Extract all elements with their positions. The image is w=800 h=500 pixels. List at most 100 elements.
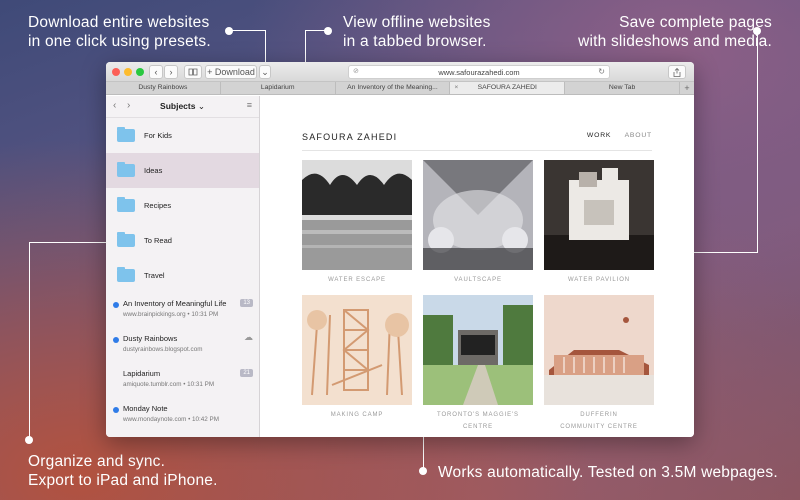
sidebar-folder[interactable]: Travel xyxy=(106,258,259,293)
project-thumbnail[interactable] xyxy=(423,295,533,405)
sidebar-header: ‹ › Subjects ⌄ ≡ xyxy=(106,96,259,118)
saved-site-item[interactable]: Dusty Rainbows dustyrainbows.blogspot.com… xyxy=(106,328,259,363)
project-card[interactable]: WATER ESCAPE xyxy=(302,160,412,286)
tab-label: An Inventory of the Meaning... xyxy=(347,84,438,91)
project-thumbnail[interactable] xyxy=(423,160,533,270)
saved-site-item[interactable]: Monday Note www.mondaynote.com • 10:42 PM xyxy=(106,398,259,433)
url-field[interactable]: ⊘ www.safourazahedi.com ↻ xyxy=(348,65,610,79)
site-url: www.mondaynote.com • 10:42 PM xyxy=(123,416,220,423)
sidebar-title[interactable]: Subjects ⌄ xyxy=(106,101,259,112)
reader-button[interactable] xyxy=(184,65,202,79)
project-thumbnail[interactable] xyxy=(544,160,654,270)
folder-label: Recipes xyxy=(144,201,172,210)
toolbar: ‹ › + Download ⌄ ⊘ www.safourazahedi.com… xyxy=(106,62,694,82)
reload-icon[interactable]: ↻ xyxy=(598,67,605,76)
folder-label: Ideas xyxy=(144,166,163,175)
connector-line-download xyxy=(229,30,265,31)
tab-label: New Tab xyxy=(608,84,636,91)
project-card[interactable]: MAKING CAMP xyxy=(302,295,412,421)
site-nav: WORK ABOUT xyxy=(587,132,652,139)
project-artwork xyxy=(544,295,654,405)
minimize-window-button[interactable] xyxy=(124,68,132,76)
site-url: amiquote.tumblr.com • 10:31 PM xyxy=(123,381,215,388)
share-button[interactable] xyxy=(668,65,686,79)
project-artwork xyxy=(423,295,533,405)
project-card[interactable]: VAULTSCAPE xyxy=(423,160,533,286)
page-count-badge: 13 xyxy=(240,299,253,307)
compass-icon: ⊘ xyxy=(353,68,359,75)
tab-label: SAFOURA ZAHEDI xyxy=(477,84,537,91)
folder-list: For Kids Ideas Recipes To Read Travel xyxy=(106,118,259,293)
download-menu-button[interactable]: ⌄ xyxy=(259,65,271,79)
tab-2[interactable]: Lapidarium xyxy=(221,82,336,94)
project-thumbnail[interactable] xyxy=(544,295,654,405)
folder-icon xyxy=(117,162,135,177)
book-icon xyxy=(188,68,198,76)
callout-download: Download entire websites in one click us… xyxy=(28,14,211,50)
forward-button[interactable]: › xyxy=(164,65,178,79)
cloud-download-icon[interactable]: ☁ xyxy=(244,332,253,343)
close-window-button[interactable] xyxy=(112,68,120,76)
project-caption[interactable]: MAKING CAMP xyxy=(302,409,412,421)
tab-label: Lapidarium xyxy=(260,84,295,91)
chevron-down-icon: ⌄ xyxy=(261,66,269,77)
callout-works: Works automatically. Tested on 3.5M webp… xyxy=(438,464,778,481)
project-caption[interactable]: VAULTSCAPE xyxy=(423,274,533,286)
folder-icon xyxy=(117,267,135,282)
connector-dot-download xyxy=(225,27,233,35)
connector-dot-offline xyxy=(324,27,332,35)
project-artwork xyxy=(302,295,412,405)
site-title: Dusty Rainbows xyxy=(123,334,178,343)
sidebar-folder[interactable]: For Kids xyxy=(106,118,259,153)
close-tab-icon[interactable]: × xyxy=(454,82,458,94)
tab-label: Dusty Rainbows xyxy=(138,84,188,91)
tab-4[interactable]: × SAFOURA ZAHEDI xyxy=(450,82,566,94)
folder-icon xyxy=(117,232,135,247)
project-card[interactable]: TORONTO'S MAGGIE'S CENTRE xyxy=(423,295,533,433)
site-title: Monday Note xyxy=(123,404,168,413)
callout-offline: View offline websites in a tabbed browse… xyxy=(343,14,491,50)
site-title: An Inventory of Meaningful Life xyxy=(123,299,227,308)
connector-line-save-v xyxy=(757,30,758,252)
sidebar-folder[interactable]: Recipes xyxy=(106,188,259,223)
project-caption[interactable]: WATER ESCAPE xyxy=(302,274,412,286)
site-url: dustyrainbows.blogspot.com xyxy=(123,346,203,353)
sidebar: ‹ › Subjects ⌄ ≡ For Kids Ideas Recipes To … xyxy=(106,96,260,437)
tab-1[interactable]: Dusty Rainbows xyxy=(106,82,221,94)
tab-5[interactable]: New Tab xyxy=(565,82,680,94)
connector-line-download-v xyxy=(265,30,266,66)
connector-dot-works xyxy=(419,467,427,475)
project-artwork xyxy=(423,160,533,270)
chevron-left-icon: ‹ xyxy=(154,67,158,77)
list-menu-icon[interactable]: ≡ xyxy=(247,100,252,110)
project-card[interactable]: DUFFERIN COMMUNITY CENTRE xyxy=(544,295,654,433)
folder-label: For Kids xyxy=(144,131,172,140)
project-caption[interactable]: WATER PAVILION xyxy=(544,274,654,286)
chevron-down-icon: ⌄ xyxy=(197,101,205,111)
saved-site-item[interactable]: An Inventory of Meaningful Life www.brain… xyxy=(106,293,259,328)
tab-3[interactable]: An Inventory of the Meaning... xyxy=(336,82,451,94)
folder-label: Travel xyxy=(144,271,165,280)
back-button[interactable]: ‹ xyxy=(149,65,163,79)
folder-icon xyxy=(117,197,135,212)
project-thumbnail[interactable] xyxy=(302,160,412,270)
callout-save: Save complete pages with slideshows and … xyxy=(578,14,772,50)
site-name[interactable]: SAFOURA ZAHEDI xyxy=(302,132,397,142)
site-url: www.brainpickings.org • 10:31 PM xyxy=(123,311,219,318)
folder-icon xyxy=(117,127,135,142)
site-title: Lapidarium xyxy=(123,369,161,378)
header-divider xyxy=(302,150,652,151)
project-thumbnail[interactable] xyxy=(302,295,412,405)
download-button[interactable]: + Download xyxy=(205,65,257,79)
project-caption[interactable]: DUFFERIN COMMUNITY CENTRE xyxy=(544,409,654,433)
sidebar-folder[interactable]: Ideas xyxy=(106,153,259,188)
sidebar-folder[interactable]: To Read xyxy=(106,223,259,258)
saved-site-item[interactable]: Lapidarium amiquote.tumblr.com • 10:31 PM… xyxy=(106,363,259,398)
new-tab-button[interactable]: + xyxy=(680,82,694,94)
zoom-window-button[interactable] xyxy=(136,68,144,76)
project-caption[interactable]: TORONTO'S MAGGIE'S CENTRE xyxy=(423,409,533,433)
nav-about-link[interactable]: ABOUT xyxy=(625,132,652,139)
nav-work-link[interactable]: WORK xyxy=(587,132,611,139)
project-card[interactable]: WATER PAVILION xyxy=(544,160,654,286)
connector-line-organize-h xyxy=(29,242,115,243)
